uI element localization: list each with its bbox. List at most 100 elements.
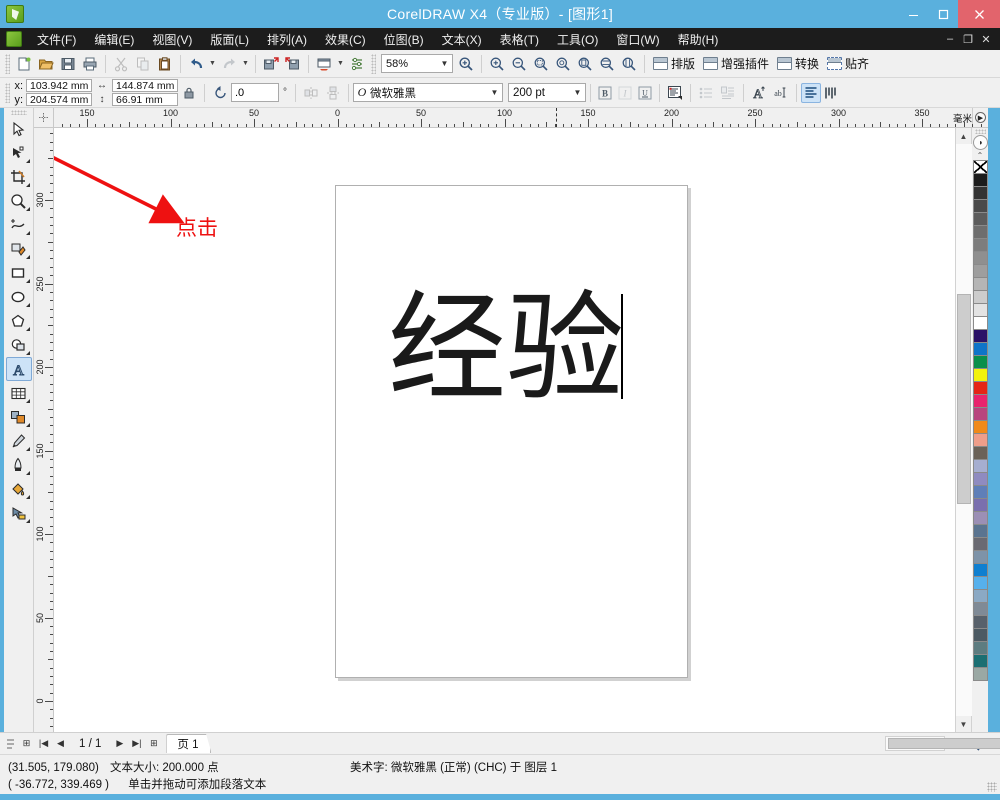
swatch-color[interactable]	[973, 251, 988, 265]
zoom-to-page-width-icon[interactable]	[596, 53, 618, 75]
swatch-color[interactable]	[973, 342, 988, 356]
plugin-snap-button[interactable]: 贴齐	[823, 53, 873, 75]
swatch-color[interactable]	[973, 667, 988, 681]
artistic-text-object[interactable]: 经验	[388, 289, 624, 407]
canvas-horizontal-scrollbar[interactable]	[885, 736, 945, 751]
zoom-to-all-objects-icon[interactable]	[552, 53, 574, 75]
tool-polygon[interactable]	[6, 309, 32, 333]
horizontal-ruler[interactable]: 毫米 ▶ 15010050050100150200250300350	[54, 108, 988, 128]
swatch-color[interactable]	[973, 498, 988, 512]
zoom-to-page-height-icon[interactable]	[618, 53, 640, 75]
vscroll-thumb[interactable]	[957, 294, 971, 504]
save-icon[interactable]	[57, 53, 79, 75]
doc-close-button[interactable]: ✕	[978, 31, 994, 47]
flyout-arrow-icon[interactable]	[26, 183, 30, 187]
height-field[interactable]: 66.91 mm	[112, 93, 178, 106]
horizontal-text-button[interactable]	[801, 83, 821, 103]
cut-icon[interactable]	[110, 53, 132, 75]
menu-item-layout[interactable]: 版面(L)	[201, 29, 258, 50]
swatch-color[interactable]	[973, 641, 988, 655]
document-icon[interactable]	[6, 31, 22, 47]
tool-fill[interactable]	[6, 477, 32, 501]
zoom-in-tool-icon[interactable]	[486, 53, 508, 75]
tool-crop[interactable]	[6, 165, 32, 189]
zoom-out-tool-icon[interactable]	[508, 53, 530, 75]
menu-item-effects[interactable]: 效果(C)	[316, 29, 375, 50]
swatch-color[interactable]	[973, 576, 988, 590]
y-field[interactable]: 204.574 mm	[26, 93, 92, 106]
plugin-enhance-button[interactable]: 增强插件	[699, 53, 773, 75]
menu-item-window[interactable]: 窗口(W)	[607, 29, 668, 50]
minimize-button[interactable]	[898, 0, 928, 28]
options-icon[interactable]	[346, 53, 368, 75]
scroll-down-button[interactable]: ▼	[956, 716, 972, 732]
previous-page-button[interactable]: ◀	[52, 735, 69, 752]
flyout-arrow-icon[interactable]	[26, 255, 30, 259]
close-button[interactable]	[958, 0, 1000, 28]
flyout-arrow-icon[interactable]	[26, 303, 30, 307]
swatch-color[interactable]	[973, 589, 988, 603]
undo-icon[interactable]	[185, 53, 207, 75]
swatch-color[interactable]	[973, 628, 988, 642]
swatch-color[interactable]	[973, 329, 988, 343]
italic-button[interactable]: I	[615, 83, 635, 103]
toolbar-grip[interactable]	[5, 54, 10, 74]
tool-pick[interactable]	[6, 117, 32, 141]
swatch-color[interactable]	[973, 238, 988, 252]
drop-cap-icon[interactable]	[717, 82, 739, 104]
maximize-button[interactable]	[928, 0, 958, 28]
zoom-level-combo[interactable]: 58% ▼	[381, 54, 453, 73]
next-page-button[interactable]: ▶	[111, 735, 128, 752]
canvas-vertical-scrollbar[interactable]: ▲ ▼	[955, 128, 971, 732]
tool-text[interactable]: A	[6, 357, 32, 381]
drawing-canvas[interactable]: 经验 点击	[54, 128, 955, 732]
doc-minimize-button[interactable]: –	[942, 31, 958, 47]
edit-text-icon[interactable]: ab	[770, 82, 792, 104]
mirror-horizontal-icon[interactable]	[300, 82, 322, 104]
rotation-field[interactable]: .0	[231, 83, 279, 102]
menu-item-help[interactable]: 帮助(H)	[669, 29, 728, 50]
tool-zoom[interactable]	[6, 189, 32, 213]
zoom-to-selection-icon[interactable]	[530, 53, 552, 75]
swatch-color[interactable]	[973, 654, 988, 668]
swatch-color[interactable]	[973, 524, 988, 538]
toolbar-grip-2[interactable]	[371, 54, 376, 74]
menu-item-file[interactable]: 文件(F)	[28, 29, 85, 50]
launcher-dropdown-icon[interactable]: ▼	[335, 53, 346, 75]
tool-ellipse[interactable]	[6, 285, 32, 309]
zoom-to-page-icon[interactable]	[574, 53, 596, 75]
export-icon[interactable]	[282, 53, 304, 75]
font-size-chevron-down-icon[interactable]: ▼	[570, 88, 585, 97]
swatch-color[interactable]	[973, 316, 988, 330]
zoom-in-icon[interactable]	[455, 53, 477, 75]
new-document-icon[interactable]	[13, 53, 35, 75]
toolbox-grip[interactable]	[11, 110, 27, 115]
undo-dropdown-icon[interactable]: ▼	[207, 53, 218, 75]
flyout-arrow-icon[interactable]	[26, 447, 30, 451]
menu-item-tools[interactable]: 工具(O)	[548, 29, 607, 50]
swatch-no-color[interactable]	[973, 160, 988, 174]
flyout-arrow-icon[interactable]	[26, 399, 30, 403]
plugin-typeset-button[interactable]: 排版	[649, 53, 699, 75]
last-page-button[interactable]: ▶|	[128, 735, 145, 752]
chevron-down-icon[interactable]: ▼	[437, 59, 452, 68]
bulleted-list-icon[interactable]	[695, 82, 717, 104]
text-alignment-icon[interactable]	[664, 82, 686, 104]
add-page-before-button[interactable]: ⊞	[18, 735, 35, 752]
swatch-color[interactable]	[973, 550, 988, 564]
tool-blend[interactable]	[6, 405, 32, 429]
paste-icon[interactable]	[154, 53, 176, 75]
swatch-color[interactable]	[973, 173, 988, 187]
swatch-color[interactable]	[973, 264, 988, 278]
doc-restore-button[interactable]: ❐	[960, 31, 976, 47]
menu-item-view[interactable]: 视图(V)	[143, 29, 201, 50]
tool-table[interactable]	[6, 381, 32, 405]
palette-grip[interactable]	[975, 129, 986, 134]
tool-eyedropper[interactable]	[6, 429, 32, 453]
copy-icon[interactable]	[132, 53, 154, 75]
property-bar-grip[interactable]	[5, 83, 10, 103]
flyout-arrow-icon[interactable]	[26, 519, 30, 523]
swatch-color[interactable]	[973, 459, 988, 473]
menu-item-edit[interactable]: 编辑(E)	[85, 29, 143, 50]
menu-item-text[interactable]: 文本(X)	[433, 29, 491, 50]
